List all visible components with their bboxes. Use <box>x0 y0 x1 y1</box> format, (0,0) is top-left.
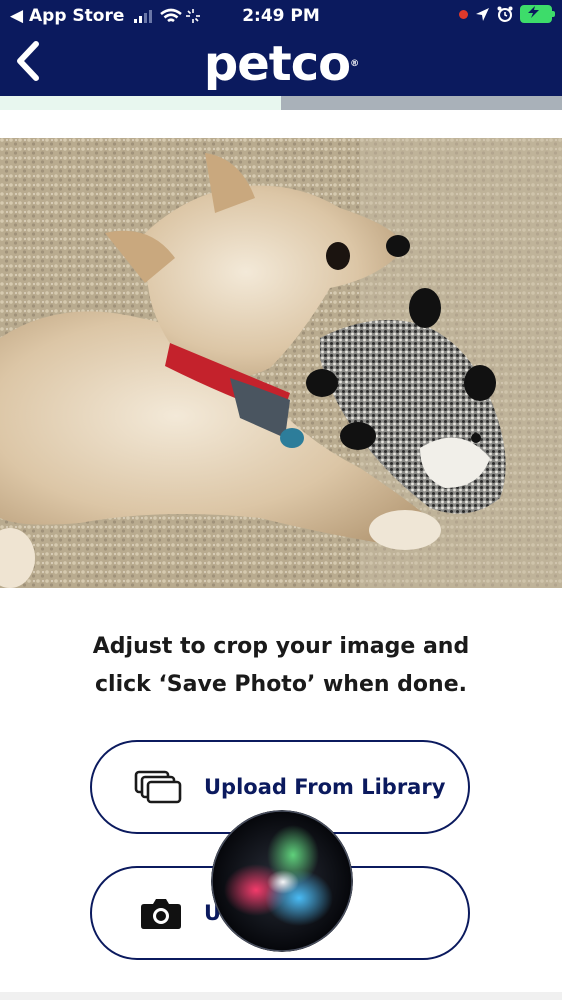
dog-with-toy-photo <box>0 138 562 588</box>
alarm-icon <box>497 6 513 22</box>
camera-icon <box>141 899 181 929</box>
petco-logo: petco® <box>203 36 359 92</box>
recording-dot-icon <box>459 9 468 19</box>
siri-orb-icon <box>211 810 353 952</box>
bottom-edge <box>0 992 562 1000</box>
crop-photo-area[interactable] <box>0 138 562 588</box>
upload-button-label: Upload From Library <box>204 775 446 799</box>
photo-library-icon <box>134 770 182 804</box>
step-progress-fill <box>0 96 281 110</box>
step-progress-bar <box>0 96 562 110</box>
battery-charging-icon <box>520 5 555 23</box>
app-header: ◀ App Store 2:49 PM petco® <box>0 0 562 96</box>
crop-instructions: Adjust to crop your image and click ‘Sav… <box>0 628 562 704</box>
instructions-line-2: click ‘Save Photo’ when done. <box>94 672 467 697</box>
status-bar: ◀ App Store 2:49 PM <box>0 0 562 34</box>
instructions-line-1: Adjust to crop your image and <box>92 634 470 659</box>
location-arrow-icon <box>476 7 489 21</box>
logo-text: petco <box>203 36 351 92</box>
status-right <box>459 5 555 23</box>
